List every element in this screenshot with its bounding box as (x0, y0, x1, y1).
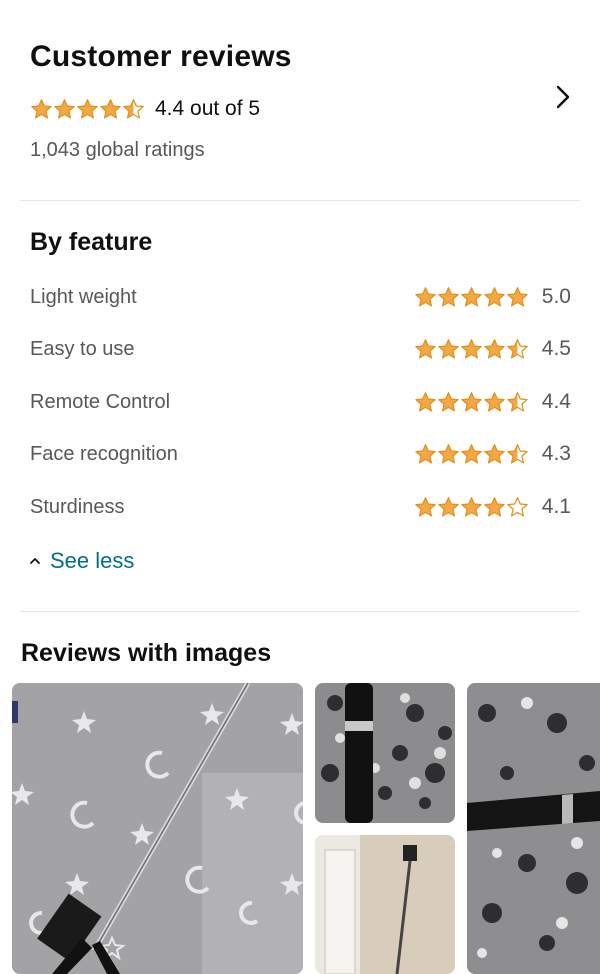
star-icon (461, 497, 482, 517)
see-less-label: See less (50, 548, 135, 573)
feature-value: 4.5 (541, 337, 571, 360)
star-icon (415, 444, 436, 464)
star-icon (438, 497, 459, 517)
feature-value: 4.4 (541, 390, 571, 413)
star-icon (438, 444, 459, 464)
review-image[interactable] (315, 683, 455, 823)
star-icon (54, 99, 75, 119)
feature-stars (414, 496, 529, 518)
chevron-up-icon (30, 558, 40, 564)
star-icon (461, 444, 482, 464)
star-icon (507, 497, 528, 517)
feature-stars (414, 391, 529, 413)
review-image-selfie-stick-photo (12, 683, 303, 974)
star-icon (507, 287, 528, 307)
star-icon (507, 444, 528, 464)
star-icon (438, 287, 459, 307)
star-icon (415, 497, 436, 517)
feature-value: 5.0 (541, 285, 571, 308)
star-icon (484, 497, 505, 517)
feature-value: 4.3 (541, 442, 571, 465)
feature-row: Remote Control 4.4 (30, 387, 571, 417)
star-icon (31, 99, 52, 119)
star-icon (415, 392, 436, 412)
overall-stars (30, 98, 145, 120)
feature-name: Light weight (30, 285, 137, 308)
star-icon (438, 339, 459, 359)
star-icon (461, 392, 482, 412)
review-image-granite-photo (467, 683, 600, 974)
divider (20, 611, 580, 612)
feature-name: Easy to use (30, 337, 135, 360)
star-icon (484, 392, 505, 412)
star-icon (507, 339, 528, 359)
see-less-link[interactable]: See less (28, 548, 134, 574)
review-image-room-photo (315, 835, 455, 974)
reviews-with-images-title: Reviews with images (21, 639, 272, 667)
star-icon (484, 339, 505, 359)
divider (20, 200, 580, 201)
star-icon (438, 392, 459, 412)
review-image-closeup-photo (315, 683, 455, 823)
star-icon (123, 99, 144, 119)
feature-row: Easy to use 4.5 (30, 334, 571, 364)
feature-name: Sturdiness (30, 495, 125, 518)
feature-name: Face recognition (30, 442, 178, 465)
review-image[interactable] (467, 683, 600, 974)
feature-stars (414, 286, 529, 308)
star-icon (484, 444, 505, 464)
star-icon (415, 339, 436, 359)
feature-row: Sturdiness 4.1 (30, 492, 571, 522)
star-icon (507, 392, 528, 412)
star-icon (484, 287, 505, 307)
star-icon (461, 339, 482, 359)
feature-row: Light weight 5.0 (30, 282, 571, 312)
star-icon (100, 99, 121, 119)
by-feature-title: By feature (30, 228, 153, 256)
global-ratings-count[interactable]: 1,043 global ratings (30, 139, 205, 162)
feature-stars (414, 338, 529, 360)
chevron-right-icon[interactable] (550, 84, 576, 110)
review-image[interactable] (315, 835, 455, 974)
review-image[interactable] (12, 683, 303, 974)
feature-row: Face recognition 4.3 (30, 439, 571, 469)
star-icon (461, 287, 482, 307)
star-icon (77, 99, 98, 119)
overall-rating[interactable]: 4.4 out of 5 (30, 97, 260, 121)
feature-value: 4.1 (541, 495, 571, 518)
customer-reviews-title: Customer reviews (30, 40, 292, 73)
star-icon (415, 287, 436, 307)
feature-name: Remote Control (30, 390, 171, 413)
feature-stars (414, 443, 529, 465)
rating-text: 4.4 out of 5 (155, 97, 261, 120)
